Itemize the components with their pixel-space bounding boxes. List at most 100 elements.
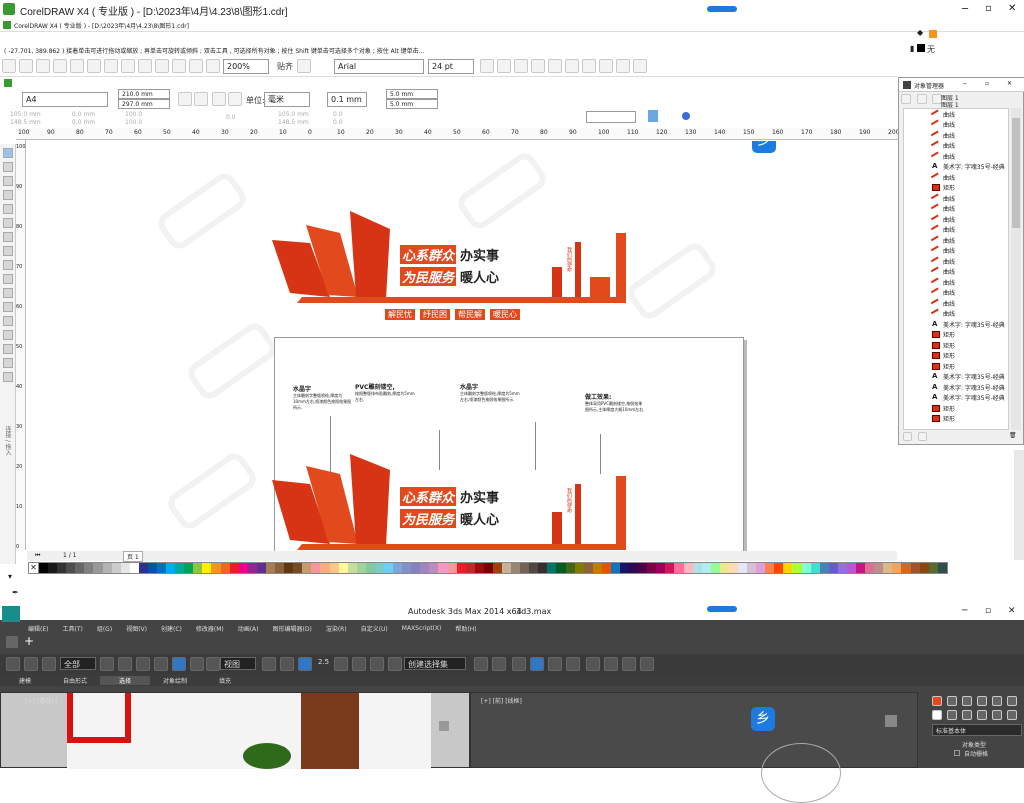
link-icon[interactable] [6, 657, 20, 671]
max-menu-item[interactable]: 创建(C) [161, 624, 182, 633]
color-swatch[interactable] [783, 563, 793, 573]
page-tab[interactable]: 页 1 [123, 551, 143, 562]
helpers-icon[interactable] [992, 710, 1002, 720]
interactive-fill-icon[interactable] [3, 372, 13, 382]
import-icon[interactable] [155, 59, 169, 73]
render-setup-icon[interactable] [604, 657, 618, 671]
max-menu-item[interactable]: 编辑(E) [28, 624, 48, 633]
edit-text-icon[interactable] [599, 59, 613, 73]
color-swatch[interactable] [529, 563, 539, 573]
max-add-icon[interactable]: + [24, 634, 34, 648]
color-swatch[interactable] [211, 563, 221, 573]
hand-icon[interactable] [648, 110, 658, 122]
color-swatch[interactable] [347, 563, 357, 573]
align-icon[interactable] [531, 59, 545, 73]
current-page-icon[interactable] [228, 92, 242, 106]
dup-x-field[interactable]: 5.0 mm [386, 89, 438, 99]
max-menu-item[interactable]: 动画(A) [238, 624, 259, 633]
crop-icon[interactable] [3, 176, 13, 186]
blend-icon[interactable] [3, 316, 13, 326]
percent-snap-icon[interactable] [352, 657, 366, 671]
color-swatch[interactable] [629, 563, 639, 573]
object-list-item[interactable]: 曲线 [904, 119, 1008, 131]
object-list-item[interactable]: 曲线 [904, 287, 1008, 299]
color-swatch[interactable] [456, 563, 466, 573]
color-swatch[interactable] [665, 563, 675, 573]
render-frame-icon[interactable] [622, 657, 636, 671]
color-swatch[interactable] [111, 563, 121, 573]
nudge-field[interactable]: 0.1 mm [327, 92, 367, 107]
object-list-item[interactable]: 矩形 [904, 351, 1008, 362]
color-swatch[interactable] [302, 563, 312, 573]
drawing-canvas[interactable]: 乡 心系群众 办实事 为民服务 暖人心 我们的使命 解民忧 纾民困 帮民解 暖民… [27, 141, 897, 551]
ribbon-tab-populate[interactable]: 填充 [200, 676, 250, 685]
delete-icon[interactable]: 🗑 [1009, 432, 1017, 439]
scrollbar-thumb[interactable] [1012, 118, 1020, 228]
palette-menu-icon[interactable]: ▾ [8, 572, 22, 586]
x-field[interactable]: 105.0 mm [10, 111, 41, 118]
color-swatch[interactable] [683, 563, 693, 573]
pos-y-field[interactable]: 148.5 mm [278, 119, 309, 126]
object-list-item[interactable]: 曲线 [904, 140, 1008, 152]
sign-design-top[interactable]: 心系群众 办实事 为民服务 暖人心 我们的使命 解民忧 纾民困 帮民解 暖民心 [270, 207, 630, 320]
display-tab-icon[interactable] [992, 696, 1002, 706]
move-icon[interactable] [172, 657, 186, 671]
color-swatch[interactable] [901, 563, 911, 573]
max-menu-item[interactable]: 工具(T) [62, 624, 82, 633]
bind-icon[interactable] [42, 657, 56, 671]
graphite-toggle-icon[interactable] [530, 657, 544, 671]
object-list-item[interactable]: 矩形 [904, 361, 1008, 372]
color-swatch[interactable] [193, 563, 203, 573]
object-list-item[interactable]: 曲线 [904, 245, 1008, 257]
object-list-item[interactable]: 曲线 [904, 151, 1008, 162]
portrait-icon[interactable] [178, 92, 192, 106]
color-swatch[interactable] [774, 563, 784, 573]
color-swatch[interactable] [856, 563, 866, 573]
scale-y-field[interactable]: 100.0 [125, 119, 142, 126]
region-icon[interactable] [136, 657, 150, 671]
geometry-icon[interactable] [932, 710, 942, 720]
ellipse-icon[interactable] [3, 246, 13, 256]
angle-field[interactable]: 0.0 [226, 114, 236, 121]
color-swatch[interactable] [229, 563, 239, 573]
object-list-item[interactable]: 曲线 [904, 298, 1008, 309]
color-swatch[interactable] [338, 563, 348, 573]
edit-across-layers-icon[interactable] [916, 94, 927, 104]
color-swatch[interactable] [810, 563, 820, 573]
max-menu-item[interactable]: 图形编辑器(D) [273, 624, 312, 633]
motion-tab-icon[interactable] [977, 696, 987, 706]
color-swatch[interactable] [937, 563, 947, 573]
color-swatch[interactable] [910, 563, 920, 573]
front-viewport-label[interactable]: [+] [前] [线框] [481, 696, 522, 705]
show-props-icon[interactable] [901, 94, 911, 104]
max-drag-handle[interactable] [707, 606, 737, 612]
color-swatch[interactable] [447, 563, 457, 573]
edit-named-sel-icon[interactable] [388, 657, 402, 671]
freehand-icon[interactable] [3, 204, 13, 214]
color-swatch[interactable] [710, 563, 720, 573]
object-list-item[interactable]: 曲线 [904, 256, 1008, 267]
color-swatch[interactable] [438, 563, 448, 573]
render-icon[interactable] [640, 657, 654, 671]
object-list-item[interactable]: 矩形 [904, 330, 1008, 341]
color-swatch[interactable] [39, 563, 49, 573]
color-swatch[interactable] [801, 563, 811, 573]
object-list-item[interactable]: 矩形 [904, 340, 1008, 351]
select-icon[interactable] [100, 657, 114, 671]
color-swatch[interactable] [511, 563, 521, 573]
color-swatch[interactable] [701, 563, 711, 573]
ribbon-tab-selection[interactable]: 选择 [100, 675, 150, 685]
max-maximize-icon[interactable]: ▫ [985, 606, 991, 616]
color-swatch[interactable] [256, 563, 266, 573]
docker-minimize-icon[interactable]: ─ [963, 81, 967, 88]
redo-icon[interactable] [138, 59, 152, 73]
rectangle-icon[interactable] [3, 232, 13, 242]
material-editor-icon[interactable] [586, 657, 600, 671]
color-swatch[interactable] [728, 563, 739, 573]
color-swatch[interactable] [393, 563, 403, 573]
color-swatch[interactable] [202, 563, 212, 573]
dropcap-icon[interactable] [565, 59, 579, 73]
docker-maximize-icon[interactable]: ▫ [985, 80, 989, 87]
max-menu-item[interactable]: 帮助(H) [455, 624, 476, 633]
object-list-item[interactable]: A 美术字: 字魂35号-经典 [904, 319, 1008, 330]
